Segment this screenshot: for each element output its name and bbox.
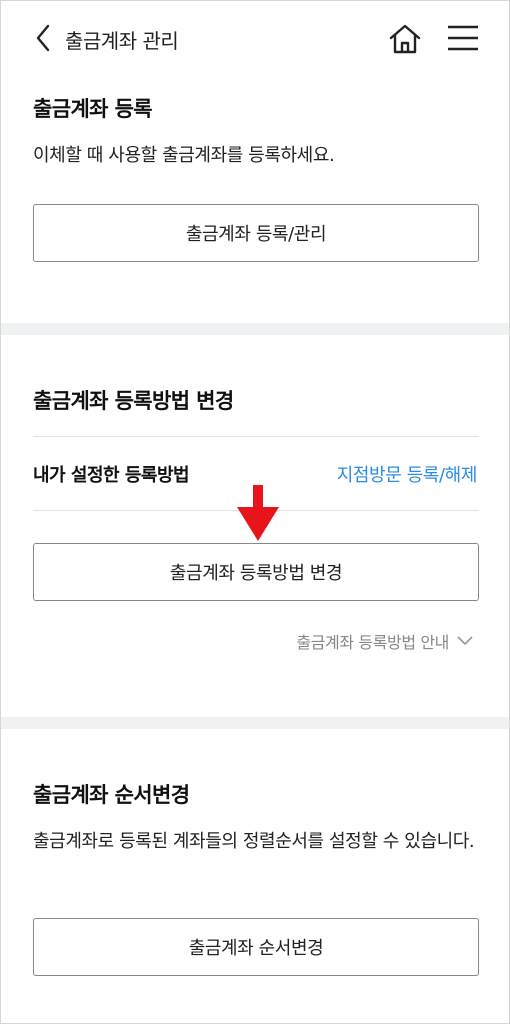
method-guide-toggle[interactable]: 출금계좌 등록방법 안내 xyxy=(296,629,473,653)
register-section-title: 출금계좌 등록 xyxy=(33,97,153,121)
section-divider xyxy=(1,717,509,729)
order-section-title: 출금계좌 순서변경 xyxy=(33,783,190,807)
back-button[interactable] xyxy=(29,23,57,53)
order-section-description: 출금계좌로 등록된 계좌들의 정렬순서를 설정할 수 있습니다. xyxy=(33,831,475,852)
current-method-link[interactable]: 지점방문 등록/해제 xyxy=(337,461,478,487)
register-manage-button[interactable]: 출금계좌 등록/관리 xyxy=(33,204,479,262)
chevron-left-icon xyxy=(36,24,50,52)
method-guide-label: 출금계좌 등록방법 안내 xyxy=(296,633,449,652)
menu-button[interactable] xyxy=(445,23,481,53)
current-method-label: 내가 설정한 등록방법 xyxy=(33,465,190,486)
method-section-title: 출금계좌 등록방법 변경 xyxy=(33,389,234,413)
section-divider xyxy=(1,323,509,335)
red-down-arrow-icon xyxy=(237,485,279,541)
register-section-description: 이체할 때 사용할 출금계좌를 등록하세요. xyxy=(33,145,335,166)
row-divider xyxy=(33,436,479,437)
chevron-down-icon xyxy=(457,636,473,645)
home-icon xyxy=(389,24,421,54)
top-bar: 출금계좌 관리 xyxy=(1,1,509,77)
page-title: 출금계좌 관리 xyxy=(65,29,179,53)
home-button[interactable] xyxy=(387,21,423,57)
hamburger-menu-icon xyxy=(448,25,478,51)
change-order-button[interactable]: 출금계좌 순서변경 xyxy=(33,918,479,976)
change-method-button[interactable]: 출금계좌 등록방법 변경 xyxy=(33,543,479,601)
